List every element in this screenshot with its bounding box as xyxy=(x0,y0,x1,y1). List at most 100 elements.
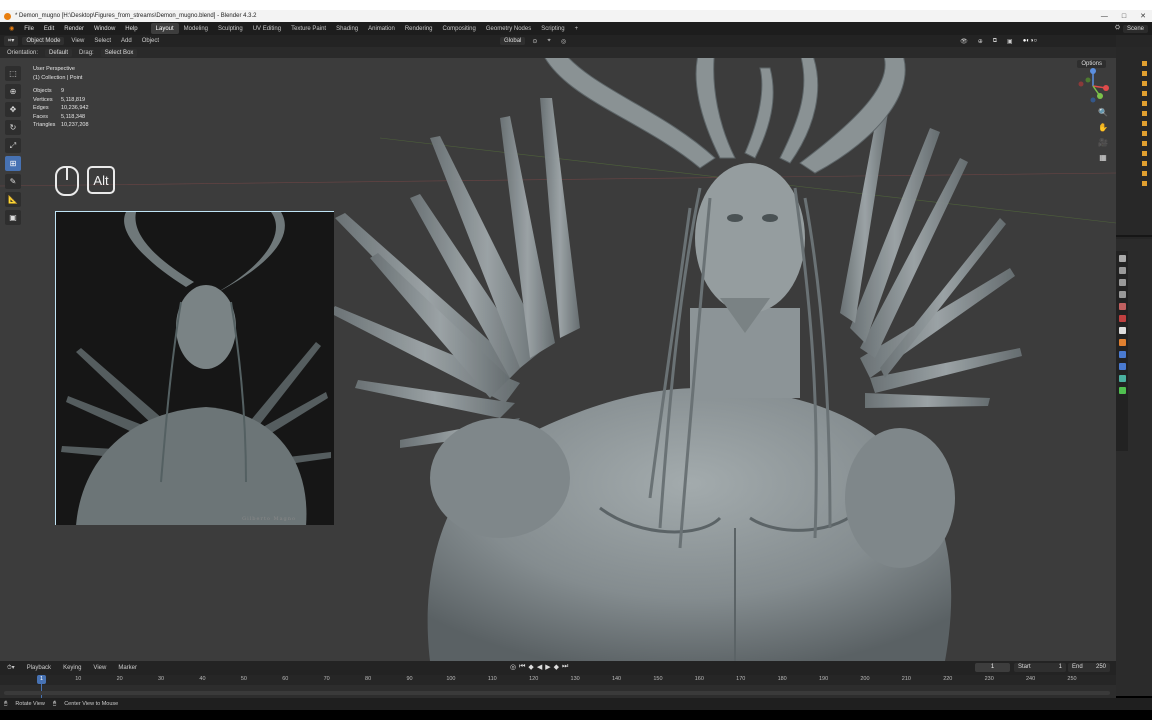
transform-tool-icon[interactable]: ⊞ xyxy=(5,156,21,171)
next-key-icon[interactable]: ◆ xyxy=(554,663,559,671)
menu-render[interactable]: Render xyxy=(59,26,89,32)
close-button[interactable]: ✕ xyxy=(1140,12,1146,20)
end-frame-field[interactable]: End 250 xyxy=(1068,663,1110,672)
stat-key: Triangles xyxy=(33,122,56,128)
tab-compositing[interactable]: Compositing xyxy=(438,23,481,34)
3d-viewport[interactable]: ⬚ ⊕ ✥ ↻ ⤢ ⊞ ✎ 📐 ▣ User Perspective (1) C… xyxy=(0,58,1116,661)
frame-tick-label: 20 xyxy=(116,676,123,682)
output-tab-icon[interactable] xyxy=(1118,279,1126,286)
maximize-button[interactable]: □ xyxy=(1122,13,1126,20)
menu-window[interactable]: Window xyxy=(89,26,120,32)
add-cube-tool-icon[interactable]: ▣ xyxy=(5,210,21,225)
cursor-tool-icon[interactable]: ⊕ xyxy=(5,84,21,99)
scene-tab-icon[interactable] xyxy=(1118,303,1126,310)
start-frame-field[interactable]: Start 1 xyxy=(1014,663,1066,672)
orientation-label: Orientation: xyxy=(7,49,39,56)
tab-geometry-nodes[interactable]: Geometry Nodes xyxy=(481,23,536,34)
gizmo-toggle-icon[interactable]: ⊕ xyxy=(975,38,986,45)
jump-start-icon[interactable]: ⏮ xyxy=(519,663,525,671)
orientation-dropdown[interactable]: Default xyxy=(45,48,73,57)
add-workspace-button[interactable]: + xyxy=(570,23,584,34)
world-tab-icon[interactable] xyxy=(1118,315,1126,322)
menu-select[interactable]: Select xyxy=(91,38,114,44)
tab-rendering[interactable]: Rendering xyxy=(400,23,438,34)
mode-dropdown[interactable]: Object Mode xyxy=(22,37,65,45)
visibility-icon[interactable]: 👁 xyxy=(957,38,971,45)
menu-add[interactable]: Add xyxy=(118,38,135,44)
drag-dropdown[interactable]: Select Box xyxy=(100,48,138,57)
rotate-tool-icon[interactable]: ↻ xyxy=(5,120,21,135)
menu-view[interactable]: View xyxy=(68,38,87,44)
menu-playback[interactable]: Playback xyxy=(24,665,54,671)
tab-animation[interactable]: Animation xyxy=(363,23,400,34)
stat-value: 5,118,348 xyxy=(61,113,86,120)
mouse-icon xyxy=(55,166,79,196)
overlay-toggle-icon[interactable]: ⧉ xyxy=(990,38,1000,45)
jump-end-icon[interactable]: ⏭ xyxy=(562,663,568,671)
play-reverse-icon[interactable]: ◀ xyxy=(537,663,542,671)
tab-shading[interactable]: Shading xyxy=(331,23,363,34)
scene-name[interactable]: Scene xyxy=(1122,24,1148,33)
tab-layout[interactable]: Layout xyxy=(150,23,179,34)
frame-tick-label: 40 xyxy=(199,676,206,682)
pivot-icon[interactable]: ⊙ xyxy=(529,38,540,45)
constraint-tab-icon[interactable] xyxy=(1118,375,1126,382)
xray-toggle-icon[interactable]: ▣ xyxy=(1004,38,1016,45)
zoom-icon[interactable]: 🔍 xyxy=(1098,108,1108,117)
timeline-area[interactable]: 10 20 30 40 50 60 70 80 90 100 110 120 130 140 150 160 1… xyxy=(0,675,1116,698)
physics-tab-icon[interactable] xyxy=(1118,363,1126,370)
tab-sculpting[interactable]: Sculpting xyxy=(213,23,248,34)
tab-modeling[interactable]: Modeling xyxy=(179,23,213,34)
reference-image[interactable]: Gilberto Magno xyxy=(55,211,334,525)
current-frame-field[interactable]: 1 xyxy=(975,663,1010,672)
properties-panel[interactable] xyxy=(1116,239,1152,696)
menu-help[interactable]: Help xyxy=(120,26,142,32)
stat-row: Faces 5,118,348 xyxy=(33,113,89,122)
menu-object[interactable]: Object xyxy=(139,38,162,44)
timeline-editor-icon[interactable]: ⏱▾ xyxy=(4,664,18,672)
measure-tool-icon[interactable]: 📐 xyxy=(5,192,21,207)
menu-keying[interactable]: Keying xyxy=(60,665,84,671)
pan-hand-icon[interactable]: ✋ xyxy=(1098,123,1108,132)
tab-uv-editing[interactable]: UV Editing xyxy=(248,23,286,34)
object-tab-icon[interactable] xyxy=(1118,339,1126,346)
modifier-tab-icon[interactable] xyxy=(1118,351,1126,358)
shading-solid-icon[interactable]: ●◐◑○ xyxy=(1020,38,1041,44)
select-box-tool-icon[interactable]: ⬚ xyxy=(5,66,21,81)
transform-orientation-dropdown[interactable]: Global xyxy=(500,37,526,45)
frame-ruler[interactable]: 10 20 30 40 50 60 70 80 90 100 110 120 130 140 150 160 1… xyxy=(0,675,1116,685)
stat-value: 5,118,819 xyxy=(61,96,86,103)
tool-tab-icon[interactable] xyxy=(1118,255,1126,262)
scale-tool-icon[interactable]: ⤢ xyxy=(5,138,21,153)
prev-key-icon[interactable]: ◆ xyxy=(528,663,533,671)
view-layer-tab-icon[interactable] xyxy=(1118,291,1126,298)
collection-tab-icon[interactable] xyxy=(1118,327,1126,334)
editor-type-button[interactable]: ⌗▾ xyxy=(4,36,19,46)
proportional-edit-icon[interactable]: ◎ xyxy=(558,38,569,45)
frame-tick-label: 230 xyxy=(984,676,994,682)
minimize-button[interactable]: — xyxy=(1101,13,1108,20)
move-tool-icon[interactable]: ✥ xyxy=(5,102,21,117)
timeline-scrollbar[interactable] xyxy=(4,691,1110,695)
menu-file[interactable]: File xyxy=(19,26,39,32)
outliner-panel[interactable] xyxy=(1116,47,1152,237)
tab-texture-paint[interactable]: Texture Paint xyxy=(286,23,331,34)
status-center-view: Center View to Mouse xyxy=(64,701,119,707)
tab-scripting[interactable]: Scripting xyxy=(536,23,569,34)
tool-shelf: ⬚ ⊕ ✥ ↻ ⤢ ⊞ ✎ 📐 ▣ xyxy=(5,66,23,225)
play-icon[interactable]: ▶ xyxy=(545,663,550,671)
annotate-tool-icon[interactable]: ✎ xyxy=(5,174,21,189)
menu-timeline-view[interactable]: View xyxy=(90,665,109,671)
navigation-gizmo[interactable] xyxy=(1076,66,1110,106)
camera-view-icon[interactable]: 🎥 xyxy=(1098,138,1108,147)
blender-menu-icon[interactable]: ◉ xyxy=(4,25,19,32)
data-tab-icon[interactable] xyxy=(1118,387,1126,394)
render-tab-icon[interactable] xyxy=(1118,267,1126,274)
snap-icon[interactable]: ⌖ xyxy=(544,38,553,45)
ortho-grid-icon[interactable]: ▦ xyxy=(1099,153,1107,162)
menu-edit[interactable]: Edit xyxy=(39,26,59,32)
menu-marker[interactable]: Marker xyxy=(115,665,140,671)
screen-bottom-margin xyxy=(0,710,1152,720)
playhead[interactable]: 1 xyxy=(37,675,46,684)
record-icon[interactable]: ◎ xyxy=(510,663,516,671)
